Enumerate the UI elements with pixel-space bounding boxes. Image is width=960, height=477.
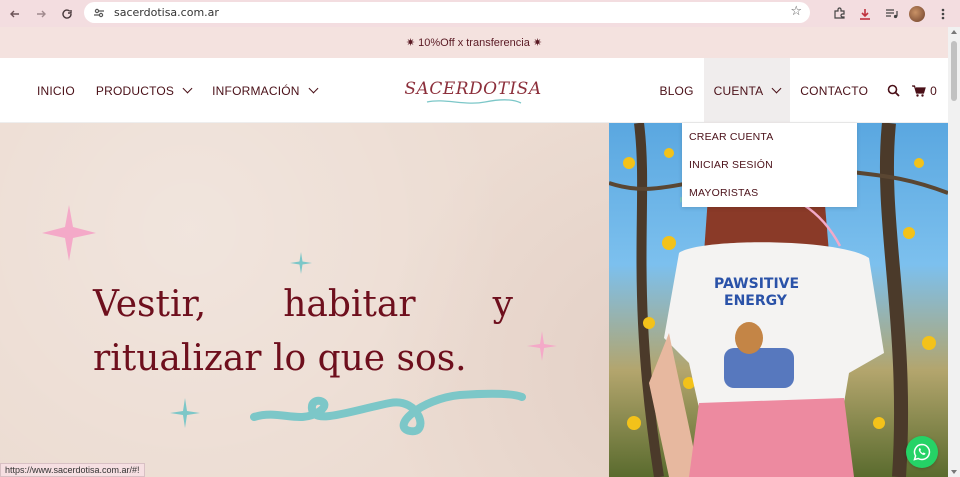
cuenta-dropdown: CREAR CUENTA INICIAR SESIÓN MAYORISTAS (682, 123, 857, 207)
tshirt-print-text: PAWSITIVE (714, 276, 799, 292)
chevron-down-icon (308, 83, 319, 94)
hero-headline: Vestir, habitar y ritualizar lo que sos. (93, 278, 513, 386)
profile-avatar[interactable] (906, 3, 928, 25)
cart-button[interactable]: 0 (908, 84, 937, 98)
main-nav-left: INICIO PRODUCTOS INFORMACIÓN (37, 58, 319, 123)
status-url: https://www.sacerdotisa.com.ar/#! (0, 463, 145, 477)
promo-text: ✷ 10%Off x transferencia ✷ (405, 37, 543, 49)
bookmark-star-icon[interactable]: ☆ (790, 4, 802, 19)
back-icon[interactable] (4, 3, 26, 25)
main-nav-right: BLOG CUENTA CONTACTO 0 (649, 58, 937, 123)
headline-line-1: Vestir, habitar y (93, 278, 513, 332)
whatsapp-icon (913, 443, 931, 461)
teal-squiggle-icon (250, 389, 526, 436)
extensions-icon[interactable] (828, 3, 850, 25)
nav-informacion-label: INFORMACIÓN (212, 83, 300, 98)
menu-kebab-icon[interactable] (932, 3, 954, 25)
scroll-down-icon[interactable] (951, 470, 957, 474)
headline-word-2: habitar (283, 284, 416, 325)
pink-star-small-icon (527, 331, 557, 361)
url-text: sacerdotisa.com.ar (114, 6, 219, 19)
nav-cuenta-label: CUENTA (713, 83, 764, 98)
scroll-up-icon[interactable] (951, 30, 957, 34)
forward-icon[interactable] (30, 3, 52, 25)
teal-star-icon (290, 252, 312, 274)
nav-blog-label: BLOG (659, 83, 694, 98)
media-control-icon[interactable] (880, 3, 902, 25)
logo-text: SACERDOTISA (404, 79, 542, 99)
reload-icon[interactable] (56, 3, 78, 25)
scrollbar-thumb[interactable] (951, 41, 957, 101)
cart-count: 0 (930, 83, 937, 98)
page-scrollbar[interactable] (948, 27, 960, 477)
promo-bar: ✷ 10%Off x transferencia ✷ (0, 27, 948, 58)
site-logo[interactable]: SACERDOTISA (404, 72, 541, 106)
site-header: INICIO PRODUCTOS INFORMACIÓN SACERDOTISA… (0, 58, 948, 123)
nav-contacto-label: CONTACTO (800, 83, 869, 98)
headline-word-3: y (492, 284, 513, 325)
teal-star-small-icon (170, 398, 200, 428)
site-info-icon[interactable] (92, 6, 106, 20)
dropdown-iniciar-sesion[interactable]: INICIAR SESIÓN (682, 151, 857, 179)
pink-star-icon (42, 205, 96, 261)
download-icon[interactable] (854, 3, 876, 25)
logo-swash-icon (426, 99, 522, 104)
address-bar[interactable]: sacerdotisa.com.ar ☆ (84, 2, 810, 23)
nav-inicio[interactable]: INICIO (37, 84, 75, 98)
dropdown-crear-cuenta[interactable]: CREAR CUENTA (682, 123, 857, 151)
headline-line-2: ritualizar lo que sos. (93, 338, 467, 379)
headline-word-1: Vestir, (93, 284, 207, 325)
nav-blog[interactable]: BLOG (649, 84, 703, 98)
nav-inicio-label: INICIO (37, 83, 75, 98)
nav-informacion[interactable]: INFORMACIÓN (212, 83, 319, 98)
nav-cuenta[interactable]: CUENTA (703, 58, 791, 123)
svg-text:ENERGY: ENERGY (724, 293, 788, 309)
nav-productos-label: PRODUCTOS (95, 83, 175, 98)
chevron-down-icon (771, 83, 782, 94)
browser-toolbar: sacerdotisa.com.ar ☆ (0, 0, 960, 27)
nav-productos[interactable]: PRODUCTOS (95, 83, 193, 98)
search-icon[interactable] (878, 84, 908, 97)
dropdown-mayoristas[interactable]: MAYORISTAS (682, 179, 857, 207)
nav-contacto[interactable]: CONTACTO (790, 84, 878, 98)
cart-icon (912, 84, 926, 97)
whatsapp-button[interactable] (906, 436, 938, 468)
chevron-down-icon (182, 83, 193, 94)
